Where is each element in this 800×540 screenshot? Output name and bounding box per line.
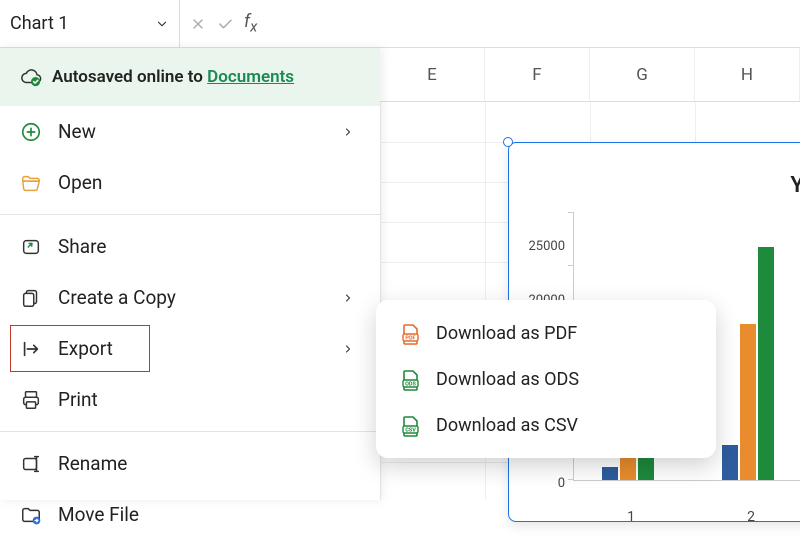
- col-header[interactable]: F: [485, 48, 590, 101]
- col-header[interactable]: H: [695, 48, 800, 101]
- cancel-formula-icon[interactable]: [190, 16, 206, 32]
- pdf-file-icon: PDF: [398, 322, 420, 344]
- menu-create-copy[interactable]: Create a Copy: [0, 272, 380, 323]
- fx-icon[interactable]: fx: [244, 11, 257, 36]
- formula-input[interactable]: [284, 0, 800, 47]
- menu-label: Print: [58, 388, 360, 411]
- col-header[interactable]: E: [380, 48, 485, 101]
- rename-icon: [20, 453, 42, 475]
- menu-export[interactable]: Export: [0, 323, 380, 374]
- bar: [602, 467, 618, 480]
- chevron-right-icon: [342, 342, 354, 356]
- menu-label: Create a Copy: [58, 286, 326, 309]
- chart-title: Ye: [790, 173, 800, 198]
- menu-new[interactable]: New: [0, 106, 380, 157]
- export-icon: [20, 338, 42, 360]
- menu-label: Export: [58, 337, 326, 360]
- menu-share[interactable]: Share: [0, 221, 380, 272]
- menu-open[interactable]: Open: [0, 157, 380, 208]
- chevron-right-icon: [342, 291, 354, 305]
- menu-label: Rename: [58, 452, 360, 475]
- export-submenu: PDF Download as PDF ODS Download as ODS …: [376, 300, 716, 458]
- menu-label: Share: [58, 235, 360, 258]
- svg-text:ODS: ODS: [405, 382, 416, 388]
- menu-print[interactable]: Print: [0, 374, 380, 425]
- printer-icon: [20, 389, 42, 411]
- menu-label: New: [58, 120, 326, 143]
- column-headers: E F G H: [380, 48, 800, 102]
- svg-text:PDF: PDF: [405, 336, 415, 342]
- resize-handle-icon[interactable]: [503, 137, 513, 147]
- chevron-right-icon: [342, 125, 354, 139]
- menu-label: Move File: [58, 503, 360, 526]
- name-box[interactable]: Chart 1: [0, 0, 180, 47]
- y-tick-label: 0: [517, 476, 565, 491]
- accept-formula-icon[interactable]: [216, 15, 234, 33]
- bar: [722, 445, 738, 480]
- submenu-label: Download as ODS: [436, 369, 579, 390]
- folder-move-icon: [20, 504, 42, 526]
- menu-rename[interactable]: Rename: [0, 438, 380, 489]
- copy-icon: [20, 287, 42, 309]
- submenu-label: Download as CSV: [436, 415, 578, 436]
- share-icon: [20, 236, 42, 258]
- bar: [740, 324, 756, 480]
- svg-text:CSV: CSV: [405, 428, 416, 434]
- y-tick-label: 25000: [517, 239, 565, 254]
- menu-move-file[interactable]: Move File: [0, 489, 380, 540]
- csv-file-icon: CSV: [398, 414, 420, 436]
- export-pdf[interactable]: PDF Download as PDF: [376, 310, 716, 356]
- bar: [758, 247, 774, 480]
- file-menu: Autosaved online to Documents New Open S…: [0, 48, 380, 500]
- plus-circle-icon: [20, 121, 42, 143]
- x-tick-label: 2: [747, 509, 755, 525]
- folder-open-icon: [20, 172, 42, 194]
- submenu-label: Download as PDF: [436, 323, 577, 344]
- x-tick-label: 1: [627, 509, 635, 525]
- cloud-check-icon: [20, 66, 42, 88]
- export-ods[interactable]: ODS Download as ODS: [376, 356, 716, 402]
- export-csv[interactable]: CSV Download as CSV: [376, 402, 716, 448]
- name-box-value: Chart 1: [10, 13, 68, 34]
- menu-label: Open: [58, 171, 360, 194]
- autosave-banner: Autosaved online to Documents: [0, 48, 380, 106]
- chevron-down-icon: [155, 17, 169, 31]
- col-header[interactable]: G: [590, 48, 695, 101]
- autosave-location-link[interactable]: Documents: [207, 67, 294, 87]
- ods-file-icon: ODS: [398, 368, 420, 390]
